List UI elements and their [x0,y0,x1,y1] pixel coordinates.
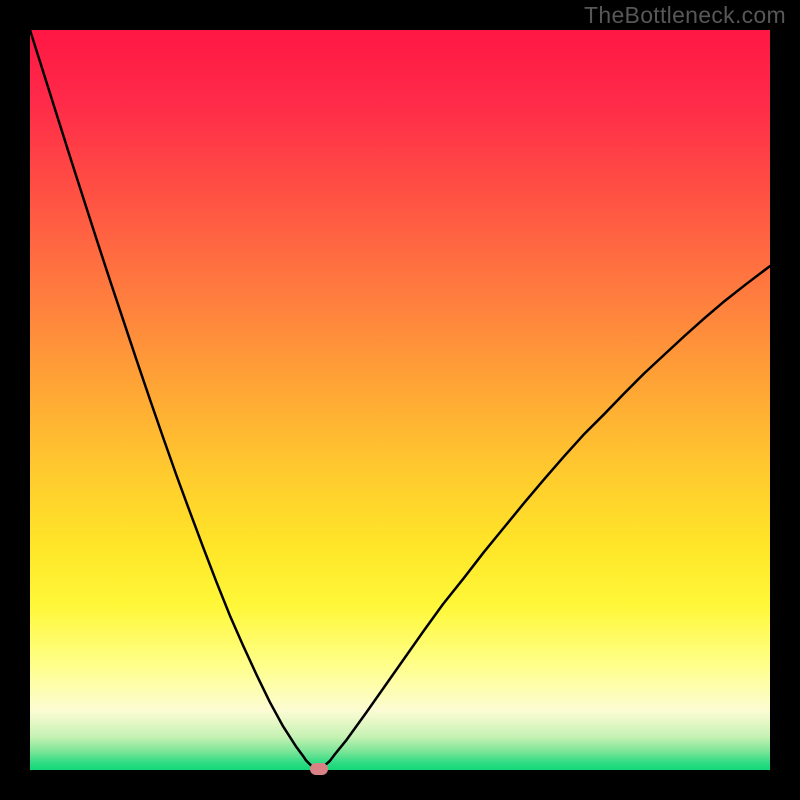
plot-area [30,30,770,770]
watermark-text: TheBottleneck.com [584,2,786,29]
chart-frame: TheBottleneck.com [0,0,800,800]
bottleneck-curve [30,30,770,770]
optimal-point-marker [310,763,328,775]
